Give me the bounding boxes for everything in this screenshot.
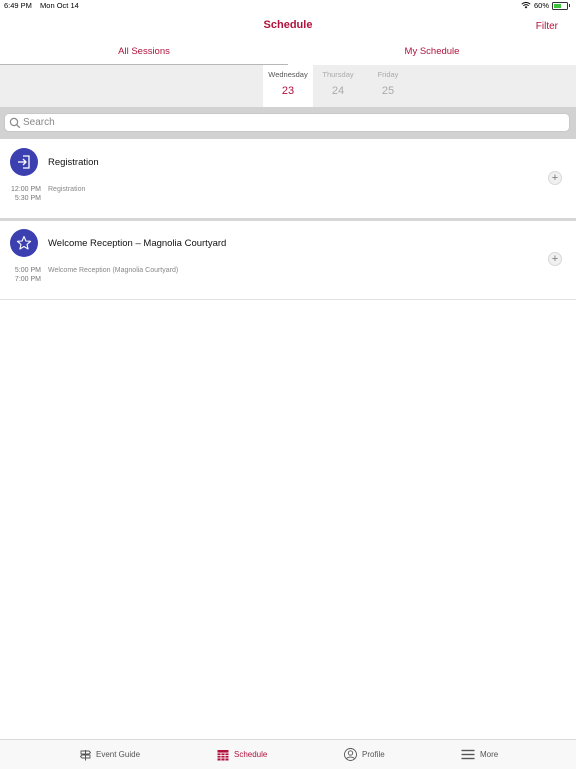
tab-my-schedule[interactable]: My Schedule [288, 42, 576, 65]
session-location: Registration [48, 186, 86, 193]
tab-bar: Event Guide Schedule Profile More [0, 739, 576, 769]
search-icon [9, 117, 21, 129]
search-bar [0, 107, 576, 139]
page-title: Schedule [263, 19, 313, 31]
status-left: 6:49 PM Mon Oct 14 [4, 1, 85, 10]
status-bar: 6:49 PM Mon Oct 14 60% [0, 0, 576, 12]
status-right: 60% [521, 1, 570, 10]
day-wednesday[interactable]: Wednesday 23 [263, 65, 313, 107]
session-start-time: 5:00 PM [14, 267, 41, 274]
status-time: 6:49 PM [4, 1, 32, 10]
add-to-schedule-button[interactable]: + [548, 171, 562, 185]
tab-schedule[interactable]: Schedule [217, 740, 267, 769]
sign-in-icon [18, 155, 30, 169]
day-number: 25 [381, 85, 395, 97]
battery-percent: 60% [533, 1, 549, 10]
tab-more[interactable]: More [461, 740, 498, 769]
add-to-schedule-button[interactable]: + [548, 252, 562, 266]
battery-icon [552, 1, 570, 10]
day-number: 24 [331, 85, 345, 97]
session-location: Welcome Reception (Magnolia Courtyard) [48, 267, 179, 274]
tab-label: Schedule [234, 750, 268, 759]
battery-fill [554, 3, 561, 8]
session-row-welcome-reception[interactable]: Welcome Reception – Magnolia Courtyard 5… [0, 221, 576, 300]
day-name: Wednesday [268, 70, 308, 79]
tab-label: Event Guide [96, 750, 141, 759]
filter-button[interactable]: Filter [530, 20, 564, 33]
day-thursday[interactable]: Thursday 24 [313, 65, 363, 107]
session-end-time: 7:00 PM [14, 276, 41, 283]
nav-bar: Schedule Filter [0, 12, 576, 42]
profile-icon [344, 748, 357, 761]
session-title: Registration [48, 157, 99, 168]
day-name: Thursday [322, 70, 354, 79]
tab-label: Profile [362, 750, 385, 759]
tab-label: More [480, 750, 499, 759]
tab-all-sessions[interactable]: All Sessions [0, 42, 288, 65]
search-input[interactable] [23, 115, 563, 130]
day-name: Friday [377, 70, 399, 79]
calendar-icon [217, 749, 229, 760]
signpost-icon [80, 749, 91, 760]
session-title: Welcome Reception – Magnolia Courtyard [48, 238, 227, 249]
menu-icon [461, 749, 475, 760]
day-friday[interactable]: Friday 25 [363, 65, 413, 107]
session-avatar [10, 229, 38, 257]
segmented-control: All Sessions My Schedule [0, 42, 576, 67]
session-avatar [10, 148, 38, 176]
session-end-time: 5:30 PM [14, 195, 41, 202]
day-picker: Wednesday 23 Thursday 24 Friday 25 [0, 65, 576, 107]
star-icon [16, 235, 32, 250]
session-row-registration[interactable]: Registration 12:00 PM 5:30 PM Registrati… [0, 140, 576, 221]
tab-event-guide[interactable]: Event Guide [80, 740, 140, 769]
wifi-icon [521, 2, 531, 9]
status-date: Mon Oct 14 [40, 1, 79, 10]
session-start-time: 12:00 PM [11, 186, 41, 193]
tab-profile[interactable]: Profile [344, 740, 385, 769]
day-number: 23 [281, 85, 295, 97]
search-field [4, 113, 570, 132]
